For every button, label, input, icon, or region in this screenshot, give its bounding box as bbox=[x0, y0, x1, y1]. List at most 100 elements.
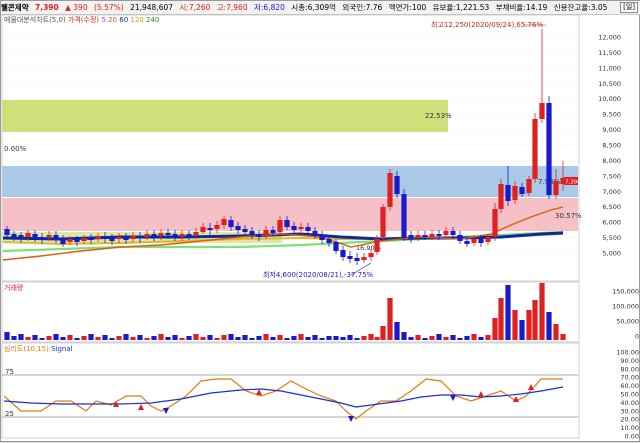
volume-bar bbox=[172, 335, 178, 340]
volume-bar bbox=[158, 334, 164, 340]
volume-legend: 거래량 bbox=[4, 283, 23, 293]
volume-bar bbox=[519, 320, 525, 340]
candle-body bbox=[436, 234, 442, 236]
candle-body bbox=[532, 119, 538, 179]
candle-body bbox=[32, 234, 38, 238]
chart-canvas: 22.53% 0.00% 7.93% 30.57% 16.90% 최고12,25… bbox=[1, 14, 639, 441]
candle-body bbox=[374, 239, 380, 252]
band-label-pink: 30.57% bbox=[555, 212, 582, 220]
candle-body bbox=[102, 236, 108, 239]
volume-bar bbox=[109, 338, 115, 340]
volume-bar bbox=[374, 337, 380, 340]
volume-bar bbox=[11, 336, 17, 340]
volume-bar bbox=[207, 335, 213, 340]
candle-body bbox=[109, 238, 115, 241]
volume-bar bbox=[326, 336, 332, 340]
legend-price[interactable]: 가격(수정) bbox=[68, 16, 99, 24]
volume-bar bbox=[457, 338, 463, 340]
volume-bar bbox=[368, 334, 374, 340]
volume-bar bbox=[298, 334, 304, 340]
candle-body bbox=[394, 176, 400, 194]
volume-bar bbox=[450, 335, 456, 340]
candle-body bbox=[137, 236, 143, 238]
osc-level-25-label: 25 bbox=[5, 410, 14, 418]
volume-bar bbox=[25, 337, 31, 340]
oscillator-legend: 심리도(10,15) Signal bbox=[4, 344, 73, 354]
osc-tick-label: 30.00 bbox=[620, 407, 639, 415]
volume-bar bbox=[81, 336, 87, 340]
osc-tick-label: 10.00 bbox=[620, 424, 639, 432]
oscillator-panel[interactable] bbox=[1, 342, 580, 439]
candle-body bbox=[422, 235, 428, 237]
volume-axis: 150,000 100,000 50,000 0 bbox=[612, 288, 639, 341]
candle-body bbox=[498, 184, 504, 209]
legend-volume-profile[interactable]: 매물대분석차트(5,0) bbox=[4, 16, 66, 24]
candle-body bbox=[200, 227, 206, 232]
volume-bar bbox=[333, 336, 339, 340]
candle-body bbox=[464, 241, 470, 244]
volume-bar bbox=[179, 338, 185, 340]
volume-bar bbox=[464, 336, 470, 340]
volume-bar bbox=[492, 318, 498, 340]
candle-body bbox=[179, 234, 185, 237]
candle-body bbox=[546, 103, 552, 195]
volume-bar bbox=[505, 285, 511, 340]
candle-body bbox=[242, 229, 248, 232]
price-tick-label: 5,000 bbox=[602, 250, 621, 258]
candle-body bbox=[539, 103, 545, 119]
candle-body bbox=[60, 239, 66, 244]
volume-bar bbox=[249, 338, 255, 340]
osc-signal-label[interactable]: Signal bbox=[51, 345, 73, 353]
candle-body bbox=[380, 207, 386, 237]
volume-bar bbox=[319, 338, 325, 340]
volume-bar bbox=[291, 336, 297, 340]
candle-body bbox=[443, 231, 449, 235]
legend-ma20[interactable]: 20 bbox=[108, 16, 117, 24]
volume-band-top bbox=[2, 100, 448, 132]
volume-bar bbox=[137, 335, 143, 340]
volume-bar bbox=[408, 337, 414, 340]
legend-ma120[interactable]: 120 bbox=[130, 16, 143, 24]
candle-body bbox=[130, 236, 136, 239]
volume-bar bbox=[553, 324, 559, 340]
price-tick-label: 10,500 bbox=[598, 80, 621, 88]
chart-window: 웰콘제약 7,390 ▲ 390 (5.57%) 21,948,607 시:7,… bbox=[0, 0, 640, 442]
volume-bar bbox=[18, 334, 24, 340]
volume-bar bbox=[498, 298, 504, 340]
candle-body bbox=[151, 234, 157, 237]
high-annotation: 최고12,250(2020/09/24),65.76% bbox=[431, 20, 543, 29]
candle-body bbox=[53, 235, 59, 239]
osc-legend-label[interactable]: 심리도(10,15) bbox=[4, 345, 49, 353]
volume-bar bbox=[532, 300, 538, 340]
volume-bar bbox=[546, 312, 552, 340]
band-label-top: 22.53% bbox=[425, 112, 452, 120]
osc-tick-label: 70.00 bbox=[620, 374, 639, 382]
volume-bar bbox=[228, 334, 234, 340]
volume-bar bbox=[305, 337, 311, 340]
legend-ma60[interactable]: 60 bbox=[119, 16, 128, 24]
volume-legend-label[interactable]: 거래량 bbox=[4, 284, 23, 292]
band-label-left: 0.00% bbox=[4, 145, 27, 153]
candle-body bbox=[478, 239, 484, 243]
candle-body bbox=[512, 186, 518, 200]
volume-bar bbox=[116, 336, 122, 340]
legend-ma240[interactable]: 240 bbox=[146, 16, 159, 24]
candle-body bbox=[485, 237, 491, 242]
candle-body bbox=[228, 220, 234, 227]
candle-body bbox=[88, 238, 94, 240]
legend-ma5[interactable]: 5 bbox=[101, 16, 105, 24]
candle-body bbox=[553, 181, 559, 195]
volume-bar bbox=[242, 335, 248, 340]
candle-body bbox=[207, 228, 213, 230]
volume-bar bbox=[284, 338, 290, 340]
volume-band-blue bbox=[2, 166, 578, 197]
volume-bar bbox=[88, 334, 94, 340]
osc-tick-label: 90.00 bbox=[620, 357, 639, 365]
candle-body bbox=[471, 239, 477, 243]
volume-bar bbox=[53, 334, 59, 340]
candle-body bbox=[401, 194, 407, 237]
volume-bar bbox=[32, 335, 38, 340]
volume-bar bbox=[422, 338, 428, 340]
candle-body bbox=[263, 230, 269, 236]
candle-body bbox=[450, 231, 456, 235]
